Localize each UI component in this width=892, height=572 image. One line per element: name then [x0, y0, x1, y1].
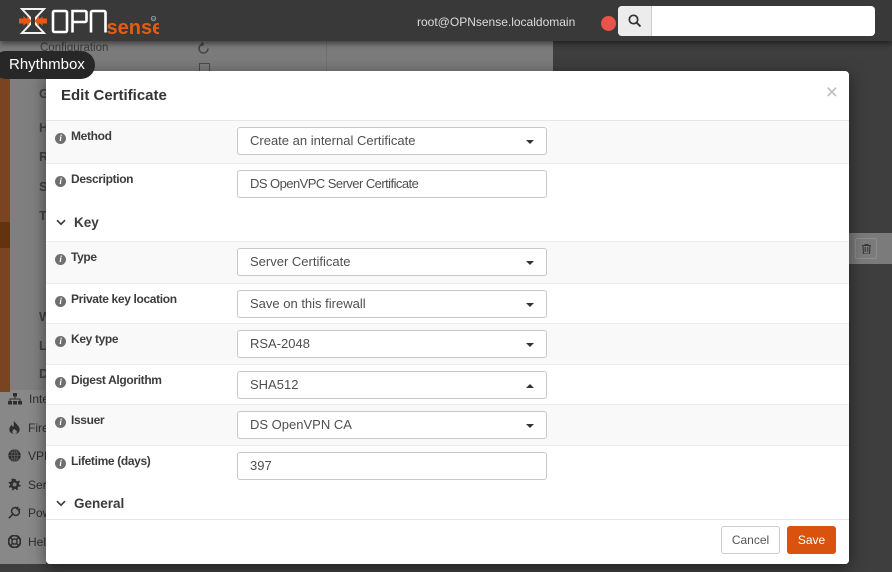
svg-text:R: R	[152, 17, 155, 22]
svg-text:sense: sense	[107, 17, 160, 35]
